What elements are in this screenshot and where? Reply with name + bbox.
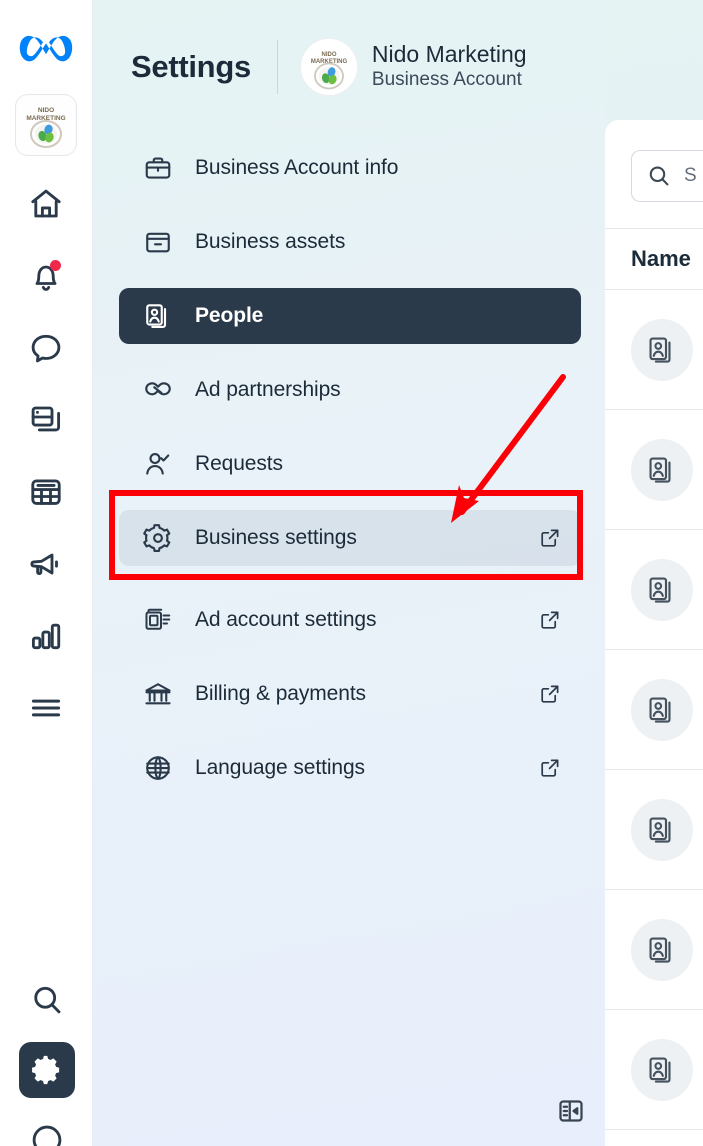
table-row[interactable] [605, 410, 703, 530]
settings-nav: Business Account info Business assets Pe… [93, 110, 605, 796]
rail-item-home[interactable] [18, 176, 74, 232]
sidebar-item-label: Requests [195, 452, 283, 475]
sidebar-item-label: Business settings [195, 526, 357, 549]
rail-item-settings[interactable] [18, 1042, 75, 1098]
sidebar-item-business-assets[interactable]: Business assets [119, 214, 581, 270]
briefcase-icon [141, 151, 175, 185]
rail-item-planner[interactable] [18, 464, 74, 520]
settings-panel: Settings NIDO MARKETING Nido Marketing B… [93, 0, 605, 1146]
planner-grid-icon [28, 474, 64, 510]
table-row[interactable] [605, 650, 703, 770]
bar-chart-icon [28, 618, 64, 654]
sidebar-item-requests[interactable]: Requests [119, 436, 581, 492]
settings-gear-icon [30, 1053, 64, 1087]
sidebar-item-billing-payments[interactable]: Billing & payments [119, 666, 581, 722]
avatar [631, 318, 693, 381]
sidebar-item-label: Ad partnerships [195, 378, 341, 401]
sidebar-item-label: Billing & payments [195, 682, 366, 705]
rail-nav-icons [18, 176, 74, 736]
rail-bottom-group [0, 972, 93, 1146]
search-area: S [605, 120, 703, 228]
people-badge-icon [141, 299, 175, 333]
table-header-row: Name [605, 228, 703, 290]
rail-account-thumbnail[interactable]: NIDO MARKETING [15, 94, 77, 156]
header-divider [276, 40, 278, 94]
rail-thumb-line1: NIDO [38, 107, 54, 114]
search-icon [29, 982, 65, 1018]
account-summary[interactable]: NIDO MARKETING Nido Marketing Business A… [299, 38, 527, 96]
rail-item-search[interactable] [19, 972, 75, 1028]
table-row[interactable] [605, 1130, 703, 1146]
account-type: Business Account [371, 68, 522, 90]
rail-item-posts[interactable] [18, 392, 74, 448]
people-table-card: S Name [605, 120, 703, 1146]
account-name: Nido Marketing [371, 41, 527, 68]
avatar [631, 558, 693, 621]
avatar [631, 438, 693, 501]
search-icon [646, 163, 672, 189]
account-avatar: NIDO MARKETING [299, 38, 358, 96]
column-header-name: Name [631, 246, 691, 271]
table-row[interactable] [605, 290, 703, 410]
profile-avatar-icon [29, 1122, 65, 1146]
search-input[interactable]: S [631, 150, 703, 202]
external-link-icon [537, 681, 563, 707]
rail-item-all-tools[interactable] [18, 680, 74, 736]
collapse-panel-button[interactable] [549, 1090, 593, 1132]
handshake-icon [141, 373, 175, 407]
ad-account-icon [141, 603, 175, 637]
avatar [631, 678, 693, 741]
external-link-icon [537, 607, 563, 633]
sidebar-item-business-settings[interactable]: Business settings [119, 510, 581, 566]
avatar [631, 798, 693, 861]
sidebar-item-ad-partnerships[interactable]: Ad partnerships [119, 362, 581, 418]
search-placeholder: S [684, 165, 697, 186]
external-link-icon [537, 525, 563, 551]
posts-icon [28, 402, 64, 438]
page-title: Settings [131, 49, 251, 84]
table-row[interactable] [605, 530, 703, 650]
megaphone-icon [28, 546, 64, 582]
settings-header: Settings NIDO MARKETING Nido Marketing B… [93, 0, 605, 110]
avatar [631, 1038, 693, 1101]
avatar [631, 918, 693, 981]
bank-icon [141, 677, 175, 711]
sidebar-item-label: Ad account settings [195, 608, 377, 631]
sidebar-item-label: Language settings [195, 756, 365, 779]
menu-hamburger-icon [28, 690, 64, 726]
rail-item-profile[interactable] [19, 1112, 75, 1146]
home-icon [28, 186, 64, 222]
sidebar-item-business-account-info[interactable]: Business Account info [119, 140, 581, 196]
sidebar-item-people[interactable]: People [119, 288, 581, 344]
sidebar-item-language-settings[interactable]: Language settings [119, 740, 581, 796]
chat-bubble-icon [28, 330, 64, 366]
left-icon-rail: NIDO MARKETING [0, 0, 93, 1146]
sidebar-item-label: Business assets [195, 230, 346, 253]
rail-item-notifications[interactable] [18, 248, 74, 304]
table-body [605, 290, 703, 1146]
rail-item-insights[interactable] [18, 608, 74, 664]
external-link-icon [537, 755, 563, 781]
rail-item-messages[interactable] [18, 320, 74, 376]
table-row[interactable] [605, 1010, 703, 1130]
meta-logo[interactable] [16, 26, 76, 72]
sidebar-item-ad-account-settings[interactable]: Ad account settings [119, 592, 581, 648]
rail-item-ads[interactable] [18, 536, 74, 592]
account-avatar-line1: NIDO [321, 52, 336, 58]
table-row[interactable] [605, 770, 703, 890]
collapse-panel-icon [556, 1096, 586, 1126]
gear-icon [141, 521, 175, 555]
sidebar-item-label: Business Account info [195, 156, 399, 179]
sidebar-item-label: People [195, 304, 264, 327]
user-check-icon [141, 447, 175, 481]
archive-box-icon [141, 225, 175, 259]
notification-badge-dot [50, 260, 61, 271]
app-root: NIDO MARKETING Settings NIDO MARKETING N… [0, 0, 703, 1146]
globe-icon [141, 751, 175, 785]
content-panel: S Name [605, 0, 703, 1146]
table-row[interactable] [605, 890, 703, 1010]
